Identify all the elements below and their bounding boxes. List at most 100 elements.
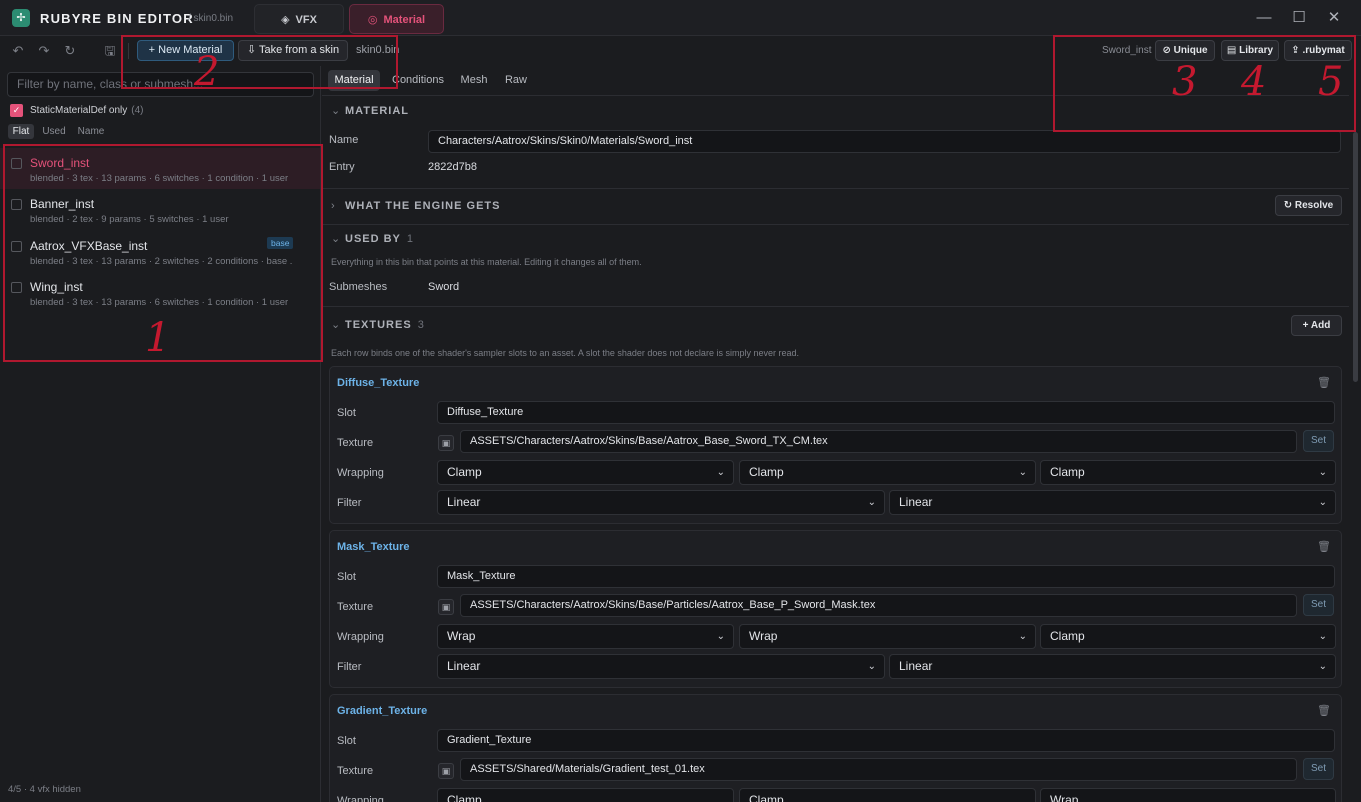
used-by-count: 1 [406,233,415,245]
filter-mag-value: Linear [899,495,933,509]
material-editor: Material Conditions Mesh Raw ⌄ MATERIAL N… [322,66,1349,802]
wrap-v-value: Clamp [749,793,784,802]
add-texture-button[interactable]: + Add [1291,315,1342,336]
wrap-u-select[interactable]: Clamp ⌄ [437,460,734,485]
tab-vfx[interactable]: ◈ VFX [254,4,344,34]
texture-path-input[interactable]: ASSETS/Shared/Materials/Gradient_test_01… [460,758,1297,781]
filter-min-value: Linear [447,659,481,673]
texture-card: Diffuse_Texture 🗑 Slot Diffuse_Texture T… [329,366,1342,524]
slot-label: Slot [337,407,356,419]
wrap-v-select[interactable]: Clamp ⌄ [739,460,1036,485]
slot-input[interactable]: Mask_Texture [437,565,1335,588]
set-texture-button[interactable]: Set [1303,430,1334,452]
name-label: Name [329,134,359,146]
chevron-down-icon: ⌄ [331,233,342,245]
wrap-w-select[interactable]: Wrap [1040,788,1336,802]
texture-label: Texture [337,437,374,449]
trash-icon[interactable]: 🗑 [1317,704,1331,717]
section-divider [322,188,1349,189]
chevron-down-icon: ⌄ [716,631,725,642]
wrap-w-select[interactable]: Clamp ⌄ [1040,460,1336,485]
wrap-v-value: Wrap [749,629,778,643]
texture-card-title: Gradient_Texture [337,705,428,717]
app-title: RUBYRE BIN EDITOR [40,11,194,26]
annotation-number-2: 2 [194,49,220,95]
redo-icon[interactable]: ↷ [36,43,52,59]
static-only-text: StaticMaterialDef only [30,105,128,116]
image-icon[interactable]: ▣ [438,763,454,779]
wrap-v-select[interactable]: Clamp [739,788,1036,802]
scrollbar-thumb[interactable] [1353,132,1358,382]
submeshes-label: Submeshes [329,281,388,293]
used-by-description: Everything in this bin that points at th… [331,257,642,267]
wrapping-label: Wrapping [337,467,384,479]
tab-mesh[interactable]: Mesh [456,70,492,91]
filter-label: Filter [337,661,362,673]
wrap-w-select[interactable]: Clamp ⌄ [1040,624,1336,649]
chevron-down-icon: ⌄ [1318,497,1327,508]
filter-min-select[interactable]: Linear ⌄ [437,490,885,515]
filter-min-select[interactable]: Linear ⌄ [437,654,885,679]
annotation-number-1: 1 [145,315,171,361]
resolve-button[interactable]: ↻ Resolve [1275,195,1342,216]
reload-icon[interactable]: ↻ [62,43,78,59]
texture-card-title: Mask_Texture [337,541,410,553]
static-only-checkbox[interactable]: ✓ [10,104,23,117]
wrap-u-value: Clamp [447,465,482,479]
wrapping-label: Wrapping [337,795,384,802]
app-logo-icon: ✢ [12,9,30,27]
chevron-down-icon: ⌄ [331,319,342,331]
image-icon[interactable]: ▣ [438,435,454,451]
view-used-tab[interactable]: Used [41,124,67,139]
image-icon[interactable]: ▣ [438,599,454,615]
close-button[interactable]: ✕ [1323,8,1345,28]
material-section-title: MATERIAL [345,105,410,117]
slot-input[interactable]: Gradient_Texture [437,729,1335,752]
engine-section-header[interactable]: › WHAT THE ENGINE GETS [322,192,1349,220]
annotation-box-2 [121,35,398,89]
material-name-input[interactable]: Characters/Aatrox/Skins/Skin0/Materials/… [428,130,1341,153]
chevron-down-icon: ⌄ [1318,631,1327,642]
main-scrollbar[interactable] [1351,66,1361,802]
textures-count: 3 [417,319,425,331]
trash-icon[interactable]: 🗑 [1317,376,1331,389]
textures-section-title: TEXTURES [345,319,412,331]
texture-path-input[interactable]: ASSETS/Characters/Aatrox/Skins/Base/Part… [460,594,1297,617]
wrap-v-value: Clamp [749,465,784,479]
save-icon[interactable]: 🖫 [102,43,118,59]
section-divider [322,306,1349,307]
textures-description: Each row binds one of the shader's sampl… [331,348,799,358]
set-texture-button[interactable]: Set [1303,594,1334,616]
tab-raw[interactable]: Raw [502,70,530,91]
slot-input[interactable]: Diffuse_Texture [437,401,1335,424]
trash-icon[interactable]: 🗑 [1317,540,1331,553]
view-flat-tab[interactable]: Flat [8,124,34,139]
wrap-w-value: Clamp [1050,465,1085,479]
wrap-u-select[interactable]: Clamp [437,788,734,802]
wrap-u-value: Wrap [447,629,476,643]
slot-label: Slot [337,571,356,583]
tab-material-label: Material [383,14,426,26]
layers-icon: ◈ [281,14,290,26]
chevron-down-icon: ⌄ [1018,631,1027,642]
used-by-section-header[interactable]: ⌄ USED BY 1 [322,225,1349,253]
wrapping-label: Wrapping [337,631,384,643]
set-texture-button[interactable]: Set [1303,758,1334,780]
slot-label: Slot [337,735,356,747]
entry-hash-value: 2822d7b8 [428,161,477,173]
minimize-button[interactable]: — [1253,8,1275,28]
chevron-down-icon: ⌄ [867,661,876,672]
texture-label: Texture [337,601,374,613]
texture-path-input[interactable]: ASSETS/Characters/Aatrox/Skins/Base/Aatr… [460,430,1297,453]
wrap-u-select[interactable]: Wrap ⌄ [437,624,734,649]
tab-material[interactable]: ◎ Material [349,4,444,34]
view-name-tab[interactable]: Name [76,124,106,139]
filter-mag-select[interactable]: Linear ⌄ [889,654,1336,679]
textures-section-header[interactable]: ⌄ TEXTURES 3 [322,311,1349,339]
wrap-v-select[interactable]: Wrap ⌄ [739,624,1036,649]
filter-mag-select[interactable]: Linear ⌄ [889,490,1336,515]
maximize-button[interactable]: ☐ [1288,8,1310,28]
undo-icon[interactable]: ↶ [10,43,26,59]
wrap-w-value: Clamp [1050,629,1085,643]
wrap-w-value: Wrap [1050,793,1079,802]
